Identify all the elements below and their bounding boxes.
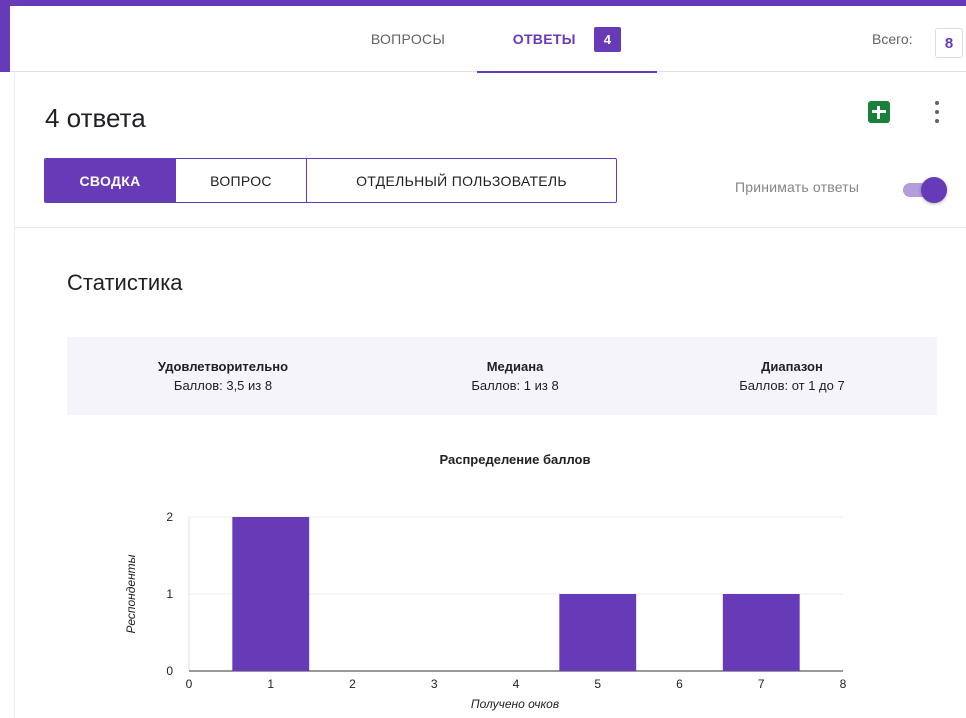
tabs-header: ВОПРОСЫ ОТВЕТЫ 4 Всего: 8 — [10, 6, 966, 73]
more-vert-icon[interactable] — [933, 99, 941, 125]
stat-average-value: Баллов: 3,5 из 8 — [173, 378, 273, 393]
tab-answers[interactable]: ОТВЕТЫ 4 — [477, 6, 657, 73]
stat-average: Удовлетворительно Баллов: 3,5 из 8 — [93, 359, 353, 393]
bar-score-5 — [559, 594, 637, 671]
x-tick-label: 5 — [594, 677, 601, 691]
stat-range-name: Диапазон — [761, 359, 823, 374]
total-points-label: Всего: — [872, 31, 913, 47]
responses-title: 4 ответа — [45, 103, 146, 133]
divider — [15, 227, 966, 228]
chart-title: Распределение баллов — [439, 452, 590, 467]
accept-responses-toggle[interactable] — [901, 177, 949, 203]
y-tick-label: 0 — [166, 664, 173, 678]
tab-questions[interactable]: ВОПРОСЫ — [338, 6, 478, 72]
stat-median-name: Медиана — [486, 359, 544, 374]
y-axis-label: Респонденты — [124, 554, 138, 633]
chart-svg: Распределение баллов 0 1 2 0 1 2 3 4 5 6 7 8 Получено… — [124, 452, 847, 711]
x-tick-label: 3 — [431, 677, 438, 691]
tab-questions-label: ВОПРОСЫ — [370, 31, 446, 47]
stats-summary-box: Удовлетворительно Баллов: 3,5 из 8 Медиа… — [67, 337, 937, 415]
stat-average-name: Удовлетворительно — [157, 359, 289, 374]
x-tick-label: 4 — [513, 677, 520, 691]
view-summary-button[interactable]: СВОДКА — [45, 159, 175, 202]
score-distribution-chart: Распределение баллов 0 1 2 0 1 2 3 4 5 6 7 8 Получено… — [95, 451, 855, 718]
accept-responses-label: Принимать ответы — [735, 179, 860, 195]
responses-card: 4 ответа СВОДКА ВОПРОС ОТДЕЛЬНЫЙ ПОЛЬЗОВ… — [14, 73, 966, 718]
view-selector: СВОДКА ВОПРОС ОТДЕЛЬНЫЙ ПОЛЬЗОВАТЕЛЬ — [44, 158, 617, 203]
sheets-icon[interactable] — [868, 101, 890, 123]
stat-median: Медиана Баллов: 1 из 8 — [385, 359, 645, 393]
y-tick-label: 2 — [166, 510, 173, 524]
x-tick-label: 8 — [840, 677, 847, 691]
stat-range-value: Баллов: от 1 до 7 — [739, 378, 845, 393]
x-tick-label: 0 — [186, 677, 193, 691]
toggle-thumb — [921, 177, 947, 203]
x-tick-label: 2 — [349, 677, 356, 691]
y-tick-label: 1 — [166, 587, 173, 601]
bar-score-1 — [232, 517, 310, 671]
answers-count-badge: 4 — [593, 26, 622, 52]
x-tick-label: 6 — [676, 677, 683, 691]
bar-score-7 — [722, 594, 800, 671]
x-axis-label: Получено очков — [471, 697, 559, 711]
stat-median-value: Баллов: 1 из 8 — [471, 378, 559, 393]
view-question-button[interactable]: ВОПРОС — [175, 159, 306, 202]
left-accent-bar — [0, 0, 10, 72]
total-points-value: 8 — [935, 28, 963, 58]
tab-answers-label: ОТВЕТЫ — [512, 31, 576, 47]
x-tick-label: 1 — [267, 677, 274, 691]
stat-range: Диапазон Баллов: от 1 до 7 — [662, 359, 922, 393]
x-tick-label: 7 — [758, 677, 765, 691]
view-individual-button[interactable]: ОТДЕЛЬНЫЙ ПОЛЬЗОВАТЕЛЬ — [306, 159, 616, 202]
stats-title: Статистика — [67, 270, 183, 295]
